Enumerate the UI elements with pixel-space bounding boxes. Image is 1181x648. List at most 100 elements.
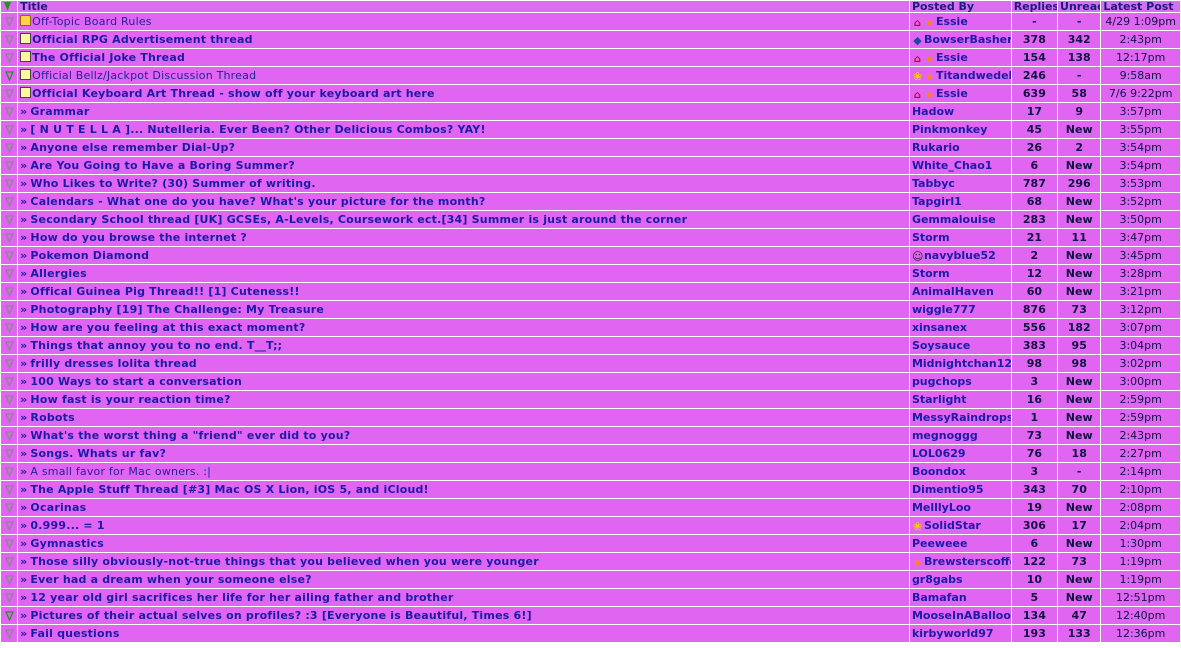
thread-title-link[interactable]: Gymnastics [30, 537, 104, 550]
thread-unread-count[interactable]: New [1058, 589, 1101, 606]
thread-latest-post[interactable]: 3:45pm [1101, 247, 1180, 264]
thread-title-cell[interactable]: » Those silly obviously-not-true things t… [18, 553, 909, 570]
poster-username-link[interactable]: AnimalHaven [912, 285, 994, 298]
thread-title-link[interactable]: Those silly obviously-not-true things th… [30, 555, 538, 568]
thread-latest-post[interactable]: 3:47pm [1101, 229, 1180, 246]
poster-username-link[interactable]: Rukario [912, 141, 960, 154]
thread-unread-count[interactable]: New [1058, 265, 1101, 282]
thread-latest-post[interactable]: 12:51pm [1101, 589, 1180, 606]
thread-title-link[interactable]: How do you browse the internet ? [30, 231, 247, 244]
flag-icon[interactable] [4, 53, 14, 63]
flag-icon[interactable] [4, 215, 14, 225]
flag-icon[interactable] [4, 305, 14, 315]
flag-icon[interactable] [4, 413, 14, 423]
thread-unread-count[interactable]: New [1058, 247, 1101, 264]
poster-username-link[interactable]: MelllyLoo [912, 501, 971, 514]
thread-unread-count[interactable]: - [1058, 463, 1101, 480]
flag-icon[interactable] [4, 71, 14, 81]
thread-latest-post[interactable]: 3:12pm [1101, 301, 1180, 318]
thread-flag-cell[interactable] [1, 175, 18, 192]
thread-title-cell[interactable]: » Secondary School thread [UK] GCSEs, A-L… [18, 211, 909, 228]
poster-username-link[interactable]: Essie [936, 87, 968, 100]
thread-title-link[interactable]: The Official Joke Thread [32, 51, 185, 64]
thread-title-link[interactable]: Secondary School thread [UK] GCSEs, A-Le… [30, 213, 687, 226]
flag-icon[interactable] [4, 629, 14, 639]
flag-icon[interactable] [4, 179, 14, 189]
thread-flag-cell[interactable] [1, 391, 18, 408]
thread-latest-post[interactable]: 12:40pm [1101, 607, 1180, 624]
flag-icon[interactable] [4, 611, 14, 621]
thread-flag-cell[interactable] [1, 553, 18, 570]
thread-flag-cell[interactable] [1, 247, 18, 264]
thread-title-link[interactable]: Fail questions [30, 627, 119, 640]
thread-unread-count[interactable]: New [1058, 571, 1101, 588]
thread-title-cell[interactable]: » Robots [18, 409, 909, 426]
thread-unread-count[interactable]: New [1058, 373, 1101, 390]
poster-username-link[interactable]: BowserBasher [924, 33, 1011, 46]
thread-title-link[interactable]: 0.999... = 1 [30, 519, 104, 532]
thread-title-cell[interactable]: » Fail questions [18, 625, 909, 642]
thread-unread-count[interactable]: 58 [1058, 85, 1101, 102]
thread-unread-count[interactable]: 182 [1058, 319, 1101, 336]
thread-latest-post[interactable]: 4/29 1:09pm [1101, 13, 1180, 30]
thread-latest-post[interactable]: 2:43pm [1101, 427, 1180, 444]
thread-title-cell[interactable]: » Grammar [18, 103, 909, 120]
thread-title-link[interactable]: Offical Guinea Pig Thread!! [1] Cuteness… [30, 285, 299, 298]
thread-title-link[interactable]: Pokemon Diamond [30, 249, 149, 262]
thread-flag-cell[interactable] [1, 103, 18, 120]
poster-username-link[interactable]: Gemmalouise [912, 213, 996, 226]
poster-username-link[interactable]: Brewsterscoffee [924, 555, 1011, 568]
poster-username-link[interactable]: LOL0629 [912, 447, 966, 460]
thread-title-cell[interactable]: Off-Topic Board Rules [18, 13, 909, 30]
poster-username-link[interactable]: kirbyworld97 [912, 627, 994, 640]
poster-username-link[interactable]: Tabbyc [912, 177, 955, 190]
thread-title-cell[interactable]: » How fast is your reaction time? [18, 391, 909, 408]
thread-latest-post[interactable]: 3:07pm [1101, 319, 1180, 336]
poster-username-link[interactable]: Peeweee [912, 537, 968, 550]
thread-latest-post[interactable]: 12:17pm [1101, 49, 1180, 66]
thread-flag-cell[interactable] [1, 625, 18, 642]
replies-column-header[interactable]: Replies [1011, 1, 1058, 12]
thread-latest-post[interactable]: 1:19pm [1101, 553, 1180, 570]
thread-latest-post[interactable]: 2:10pm [1101, 481, 1180, 498]
flag-icon[interactable] [4, 287, 14, 297]
thread-latest-post[interactable]: 3:52pm [1101, 193, 1180, 210]
thread-unread-count[interactable]: 95 [1058, 337, 1101, 354]
thread-title-cell[interactable]: » Anyone else remember Dial-Up? [18, 139, 909, 156]
poster-username-link[interactable]: Titandwedebil [936, 69, 1011, 82]
thread-title-cell[interactable]: » Gymnastics [18, 535, 909, 552]
poster-username-link[interactable]: Starlight [912, 393, 967, 406]
thread-latest-post[interactable]: 3:54pm [1101, 157, 1180, 174]
thread-flag-cell[interactable] [1, 211, 18, 228]
thread-flag-cell[interactable] [1, 13, 18, 30]
thread-title-cell[interactable]: » Pictures of their actual selves on prof… [18, 607, 909, 624]
thread-unread-count[interactable]: New [1058, 535, 1101, 552]
thread-unread-count[interactable]: New [1058, 211, 1101, 228]
thread-title-cell[interactable]: Official Keyboard Art Thread - show off … [18, 85, 909, 102]
flag-icon[interactable] [4, 593, 14, 603]
thread-flag-cell[interactable] [1, 193, 18, 210]
thread-title-cell[interactable]: » What's the worst thing a "friend" ever … [18, 427, 909, 444]
thread-title-cell[interactable]: » How are you feeling at this exact momen… [18, 319, 909, 336]
thread-title-link[interactable]: Songs. Whats ur fav? [30, 447, 166, 460]
thread-unread-count[interactable]: 342 [1058, 31, 1101, 48]
thread-title-cell[interactable]: » How do you browse the internet ? [18, 229, 909, 246]
poster-username-link[interactable]: navyblue52 [924, 249, 996, 262]
thread-flag-cell[interactable] [1, 463, 18, 480]
thread-unread-count[interactable]: 133 [1058, 625, 1101, 642]
thread-title-cell[interactable]: The Official Joke Thread [18, 49, 909, 66]
thread-unread-count[interactable]: New [1058, 121, 1101, 138]
poster-username-link[interactable]: xinsanex [912, 321, 967, 334]
thread-flag-cell[interactable] [1, 517, 18, 534]
thread-latest-post[interactable]: 3:57pm [1101, 103, 1180, 120]
thread-unread-count[interactable]: 11 [1058, 229, 1101, 246]
poster-username-link[interactable]: wiggle777 [912, 303, 976, 316]
thread-unread-count[interactable]: - [1058, 67, 1101, 84]
thread-title-cell[interactable]: » Calendars - What one do you have? What'… [18, 193, 909, 210]
thread-unread-count[interactable]: New [1058, 499, 1101, 516]
thread-title-cell[interactable]: » Allergies [18, 265, 909, 282]
thread-flag-cell[interactable] [1, 607, 18, 624]
flag-icon[interactable] [4, 557, 14, 567]
thread-flag-cell[interactable] [1, 67, 18, 84]
flag-icon[interactable] [4, 485, 14, 495]
